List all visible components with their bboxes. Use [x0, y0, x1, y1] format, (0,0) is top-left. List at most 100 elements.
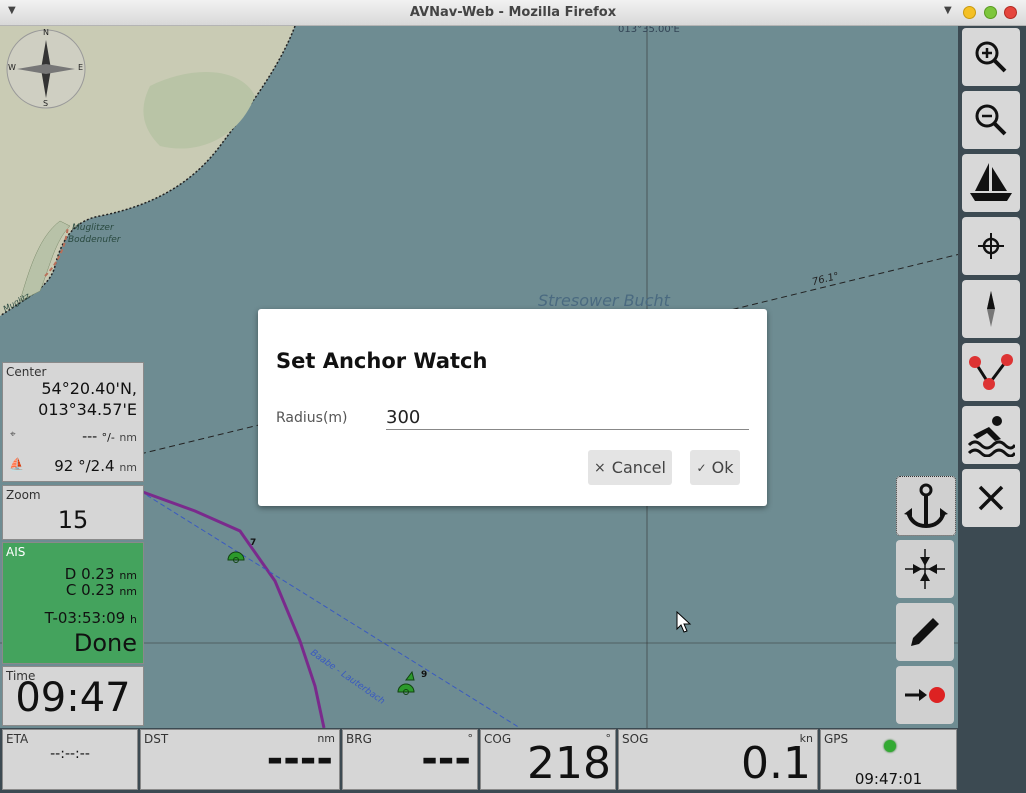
boat-icon: ⛵	[9, 457, 24, 471]
forest-patch	[143, 72, 255, 149]
shore-label-1: Muglitzer	[72, 223, 114, 233]
center-lon: 013°34.57'E	[38, 400, 137, 419]
gps-time: 09:47:01	[854, 770, 923, 788]
dialog-title: Set Anchor Watch	[276, 349, 488, 373]
right-toolbar	[958, 26, 1026, 793]
zoom-in-button[interactable]	[962, 28, 1020, 86]
sog-value: 0.1	[741, 738, 811, 789]
buoy-7-label: 7	[250, 538, 257, 548]
zoom-out-icon	[975, 104, 1007, 136]
zoom-out-button[interactable]	[962, 91, 1020, 149]
sog-label: SOG	[622, 732, 649, 746]
time-widget[interactable]: Time 09:47	[2, 666, 144, 726]
ais-c-value: 0.23	[81, 581, 115, 599]
ok-button[interactable]: ✓ Ok	[690, 450, 740, 485]
ais-widget[interactable]: AIS D 0.23 nm C 0.23 nm T-03:53:09 h Don…	[2, 542, 144, 664]
brg-value: ---	[421, 736, 471, 782]
zoom-widget[interactable]: Zoom 15	[2, 485, 144, 540]
ais-label: AIS	[6, 545, 26, 559]
time-value: 09:47	[15, 675, 131, 721]
ais-t-unit: h	[130, 613, 137, 626]
compass-n-label: N	[43, 28, 49, 37]
close-icon	[978, 485, 1004, 511]
buoy-9-label: 9	[421, 670, 428, 680]
route-icon	[969, 354, 1013, 390]
cog-label: COG	[484, 732, 512, 746]
man-overboard-button[interactable]	[962, 406, 1020, 464]
marker-dist-unit: nm	[119, 431, 137, 444]
center-boat-button[interactable]	[962, 154, 1020, 212]
marker-icon: ⌖	[10, 429, 16, 440]
sailboat-icon	[970, 163, 1012, 201]
cog-widget[interactable]: COG ° 218	[480, 729, 616, 790]
cancel-label: Cancel	[611, 458, 666, 477]
crosshair-icon	[978, 233, 1004, 259]
buoy-9-top-icon	[405, 670, 415, 681]
window-options-icon[interactable]: ▼	[944, 5, 952, 16]
window-title: AVNav-Web - Mozilla Firefox	[409, 5, 617, 20]
dst-value: ----	[266, 736, 333, 782]
compass-s-label: S	[43, 99, 49, 108]
boat-dist-unit: nm	[119, 461, 137, 474]
north-up-button[interactable]	[962, 280, 1020, 338]
center-widget[interactable]: Center 54°20.40'N, 013°34.57'E ⌖ --- °/-…	[2, 362, 144, 482]
anchor-icon	[904, 483, 948, 529]
zoom-label: Zoom	[6, 488, 41, 502]
boat-value: 92	[54, 457, 74, 475]
eta-label: ETA	[6, 732, 29, 746]
edit-button[interactable]	[896, 603, 954, 661]
compass-needle-icon	[987, 291, 995, 327]
brg-label: BRG	[346, 732, 372, 746]
dst-widget[interactable]: DST nm ----	[140, 729, 340, 790]
collapse-arrows-icon	[905, 549, 945, 589]
pencil-icon	[911, 618, 939, 646]
mouse-cursor-icon	[676, 611, 692, 633]
cancel-button-toolbar[interactable]	[962, 469, 1020, 527]
compass-e-label: E	[78, 63, 84, 72]
zoom-value: 15	[57, 506, 89, 534]
eta-value: --:--:--	[50, 746, 90, 762]
brg-widget[interactable]: BRG ° ---	[342, 729, 478, 790]
buoy-9-icon	[397, 683, 415, 693]
shore-label-2: Boddenufer	[68, 235, 121, 245]
anchor-watch-button[interactable]	[896, 476, 956, 536]
eta-widget[interactable]: ETA --:--:--	[2, 729, 138, 790]
close-window-button[interactable]	[1004, 6, 1017, 19]
marker-unit: °/-	[101, 431, 115, 444]
marker-value: ---	[82, 429, 98, 445]
coord-label: 013°35.00'E	[618, 26, 680, 35]
ok-icon: ✓	[696, 460, 707, 475]
route-button[interactable]	[962, 343, 1020, 401]
center-lat: 54°20.40'N,	[41, 379, 137, 398]
window-titlebar: ▼ AVNav-Web - Mozilla Firefox ▼	[0, 0, 1026, 26]
buoy-7-icon	[227, 551, 245, 561]
fairway-line	[139, 490, 521, 728]
ais-status: Done	[73, 629, 137, 657]
maximize-button[interactable]	[984, 6, 997, 19]
radius-label: Radius(m)	[276, 410, 348, 426]
route-line	[139, 489, 326, 728]
compass-w-label: W	[8, 63, 16, 72]
ais-c-unit: nm	[119, 585, 137, 598]
center-to-boat-button[interactable]	[896, 540, 954, 598]
ok-label: Ok	[711, 458, 734, 477]
gps-label: GPS	[824, 732, 849, 746]
cancel-button[interactable]: × Cancel	[588, 450, 672, 485]
swimmer-icon	[967, 416, 1015, 457]
radius-input[interactable]	[386, 405, 749, 430]
anchor-watch-dialog: Set Anchor Watch Radius(m) × Cancel ✓ Ok	[258, 309, 767, 506]
sog-widget[interactable]: SOG kn 0.1	[618, 729, 818, 790]
ais-c-label: C	[65, 581, 77, 599]
lock-position-button[interactable]	[962, 217, 1020, 275]
zoom-in-icon	[975, 41, 1007, 73]
minimize-button[interactable]	[963, 6, 976, 19]
cancel-icon: ×	[594, 459, 606, 476]
dst-label: DST	[144, 732, 169, 746]
place-label: Stresower Bucht	[538, 291, 670, 310]
gps-widget[interactable]: GPS 09:47:01	[820, 729, 957, 790]
goto-waypoint-button[interactable]	[896, 666, 954, 724]
ais-t-value: T-03:53:09	[44, 609, 126, 627]
cog-value: 218	[527, 738, 611, 789]
gps-status-icon	[884, 740, 896, 752]
arrow-to-point-icon	[905, 687, 945, 703]
